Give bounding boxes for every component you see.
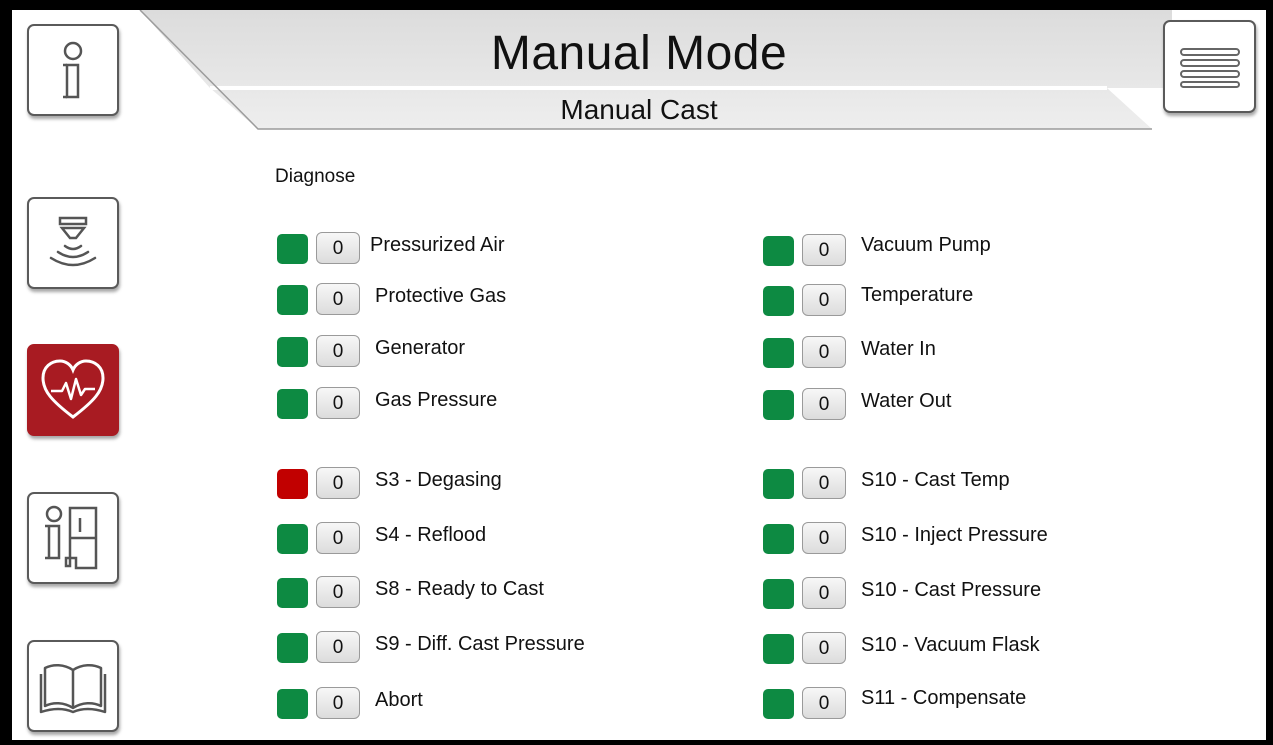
diag-label: S10 - Vacuum Flask [861, 634, 1040, 656]
hamburger-menu-icon [1179, 47, 1240, 88]
status-indicator [277, 234, 308, 264]
count-field[interactable]: 0 [316, 283, 360, 315]
diag-label: S10 - Cast Pressure [861, 579, 1042, 601]
diag-label: Water Out [861, 390, 952, 412]
count-field[interactable]: 0 [802, 577, 846, 609]
count-field[interactable]: 0 [802, 284, 846, 316]
count-field[interactable]: 0 [316, 687, 360, 719]
status-indicator [277, 389, 308, 419]
count-field[interactable]: 0 [802, 388, 846, 420]
status-indicator [763, 689, 794, 719]
status-indicator [277, 689, 308, 719]
sensor-button[interactable] [27, 197, 119, 289]
count-field[interactable]: 0 [316, 387, 360, 419]
count-field[interactable]: 0 [802, 467, 846, 499]
count-field[interactable]: 0 [316, 576, 360, 608]
status-indicator [277, 524, 308, 554]
status-indicator [763, 469, 794, 499]
diag-label: S4 - Reflood [375, 524, 487, 546]
diagnose-label: Diagnose [275, 166, 356, 187]
diag-label: Abort [375, 689, 423, 711]
diag-label: Vacuum Pump [861, 234, 991, 256]
status-indicator [277, 469, 308, 499]
page-title: Manual Mode [490, 27, 788, 80]
sensor-icon [49, 216, 97, 267]
screen-frame: Manual Mode Manual Cast Diagnose 0 Press… [12, 10, 1266, 740]
count-field[interactable]: 0 [316, 522, 360, 554]
diag-label: Water In [861, 338, 936, 360]
diag-label: Gas Pressure [375, 389, 498, 411]
status-indicator [277, 578, 308, 608]
machine-info-button[interactable] [27, 492, 119, 584]
count-field[interactable]: 0 [316, 335, 360, 367]
info-icon [63, 41, 83, 99]
heart-pulse-icon [41, 359, 105, 419]
status-indicator [763, 634, 794, 664]
count-field[interactable]: 0 [802, 234, 846, 266]
count-field[interactable]: 0 [802, 632, 846, 664]
diag-label: S10 - Cast Temp [861, 469, 1010, 491]
diag-label: S8 - Ready to Cast [375, 578, 544, 600]
info-button[interactable] [27, 24, 119, 116]
status-indicator [277, 337, 308, 367]
manual-book-button[interactable] [27, 640, 119, 732]
count-field[interactable]: 0 [802, 336, 846, 368]
status-indicator [763, 236, 794, 266]
status-indicator [763, 338, 794, 368]
count-field[interactable]: 0 [316, 232, 360, 264]
machine-info-icon [45, 505, 98, 570]
menu-button[interactable] [1163, 20, 1256, 113]
diag-label: Temperature [861, 284, 974, 306]
diag-label: S11 - Compensate [861, 687, 1027, 709]
status-indicator [763, 286, 794, 316]
diag-label: S3 - Degasing [375, 469, 502, 491]
count-field[interactable]: 0 [802, 522, 846, 554]
status-indicator [763, 579, 794, 609]
diag-label: Generator [375, 337, 466, 359]
count-field[interactable]: 0 [316, 467, 360, 499]
book-icon [39, 664, 107, 714]
diag-label: Pressurized Air [370, 234, 505, 256]
page-subtitle: Manual Cast [560, 94, 718, 125]
status-indicator [763, 524, 794, 554]
status-indicator [277, 633, 308, 663]
diag-label: Protective Gas [375, 285, 507, 307]
diag-label: S10 - Inject Pressure [861, 524, 1048, 546]
count-field[interactable]: 0 [316, 631, 360, 663]
diagnose-button[interactable] [27, 344, 119, 436]
count-field[interactable]: 0 [802, 687, 846, 719]
diag-label: S9 - Diff. Cast Pressure [375, 633, 585, 655]
status-indicator [277, 285, 308, 315]
status-indicator [763, 390, 794, 420]
